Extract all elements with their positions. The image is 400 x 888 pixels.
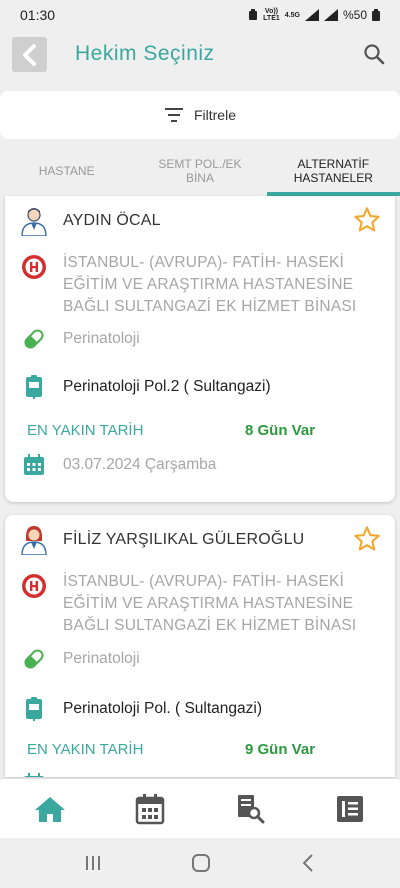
bottom-navigation [0, 778, 400, 838]
signal-icon [304, 9, 319, 21]
nearest-date-value: 8 Gün Var [245, 422, 316, 439]
status-bar: 01:30 Vo)) LTE1 4.5G %50 [0, 0, 400, 30]
branch-name: Perinatoloji [63, 330, 140, 347]
calendar-icon [135, 793, 165, 824]
filter-icon [164, 108, 183, 122]
battery-percent: %50 [342, 8, 367, 22]
favorite-star-icon[interactable] [353, 525, 381, 553]
tab-alternative-hospitals[interactable]: ALTERNATİF HASTANELER [266, 150, 400, 196]
date-row [5, 771, 395, 777]
signal-icon-2 [323, 9, 338, 21]
doctor-row: AYDIN ÖCAL [5, 206, 395, 236]
clinic-name: Perinatoloji Pol. ( Sultangazi) [63, 700, 263, 717]
doctor-name: AYDIN ÖCAL [63, 212, 161, 229]
tab-district-clinic-label: SEMT POL./EK BİNA [158, 157, 242, 185]
list-menu-icon [337, 795, 363, 822]
app-bar: Hekim Seçiniz [0, 30, 400, 80]
clinic-door-icon [26, 697, 42, 721]
doctor-card[interactable]: FİLİZ YARŞILIKAL GÜLEROĞLU İSTANBUL- (AV… [5, 515, 395, 777]
nav-home[interactable] [33, 792, 67, 826]
status-icons: Vo)) LTE1 4.5G %50 [248, 8, 380, 22]
search-icon[interactable] [362, 42, 386, 66]
clinic-name: Perinatoloji Pol.2 ( Sultangazi) [63, 378, 271, 395]
tab-bar: HASTANE SEMT POL./EK BİNA ALTERNATİF HAS… [0, 150, 400, 196]
recent-apps-icon[interactable] [84, 854, 102, 872]
nearest-date-value: 9 Gün Var [245, 741, 316, 758]
nearest-date-label: EN YAKIN TARİH [27, 741, 144, 758]
doctor-row: FİLİZ YARŞILIKAL GÜLEROĞLU [5, 525, 395, 555]
clinic-door-icon [26, 375, 42, 399]
female-doctor-icon [21, 526, 47, 555]
filter-button[interactable]: Filtrele [0, 91, 400, 139]
nav-menu[interactable] [333, 792, 367, 826]
tab-hospital[interactable]: HASTANE [0, 150, 133, 196]
doctor-card[interactable]: AYDIN ÖCAL İSTANBUL- (AVRUPA)- FATİH- HA… [5, 196, 395, 502]
branch-row: Perinatoloji [5, 326, 395, 352]
hospital-name: İSTANBUL- (AVRUPA)- FATİH- HASEKİ EĞİTİM… [63, 573, 357, 634]
calendar-icon [24, 454, 44, 475]
page-title: Hekim Seçiniz [75, 42, 215, 65]
notification-icon [249, 9, 258, 20]
back-button[interactable] [12, 37, 47, 72]
hospital-row: İSTANBUL- (AVRUPA)- FATİH- HASEKİ EĞİTİM… [5, 252, 395, 322]
tab-alternative-label: ALTERNATİF HASTANELER [293, 157, 373, 185]
status-time: 01:30 [20, 7, 56, 23]
hospital-name: İSTANBUL- (AVRUPA)- FATİH- HASEKİ EĞİTİM… [63, 254, 357, 315]
pill-icon [24, 329, 44, 349]
male-doctor-icon [21, 208, 47, 236]
doctor-name: FİLİZ YARŞILIKAL GÜLEROĞLU [63, 531, 305, 548]
hospital-row: İSTANBUL- (AVRUPA)- FATİH- HASEKİ EĞİTİM… [5, 571, 395, 641]
tab-district-clinic[interactable]: SEMT POL./EK BİNA [133, 150, 266, 196]
network-gen: 4.5G [284, 11, 300, 19]
pill-icon [24, 649, 44, 669]
home-icon [35, 796, 65, 822]
document-search-icon [238, 794, 265, 823]
chevron-left-icon [22, 43, 36, 66]
nav-documents[interactable] [233, 792, 267, 826]
favorite-star-icon[interactable] [353, 206, 381, 234]
hospital-icon [22, 255, 46, 279]
clinic-row: Perinatoloji Pol. ( Sultangazi) [5, 696, 395, 722]
calendar-icon [24, 773, 44, 777]
nearest-row: EN YAKIN TARİH 9 Gün Var [5, 741, 395, 761]
home-button-icon[interactable] [191, 853, 211, 873]
branch-row: Perinatoloji [5, 646, 395, 672]
appointment-date: 03.07.2024 Çarşamba [63, 456, 217, 473]
branch-name: Perinatoloji [63, 650, 140, 667]
filter-label: Filtrele [193, 107, 236, 123]
hospital-icon [22, 574, 46, 598]
network-indicator: Vo)) LTE1 [263, 8, 280, 22]
date-row: 03.07.2024 Çarşamba [5, 452, 395, 478]
nearest-date-label: EN YAKIN TARİH [27, 422, 144, 439]
battery-icon [372, 9, 380, 21]
nav-appointments[interactable] [133, 792, 167, 826]
system-navigation [0, 838, 400, 888]
clinic-row: Perinatoloji Pol.2 ( Sultangazi) [5, 374, 395, 400]
nearest-row: EN YAKIN TARİH 8 Gün Var [5, 422, 395, 442]
back-nav-icon[interactable] [300, 854, 316, 872]
